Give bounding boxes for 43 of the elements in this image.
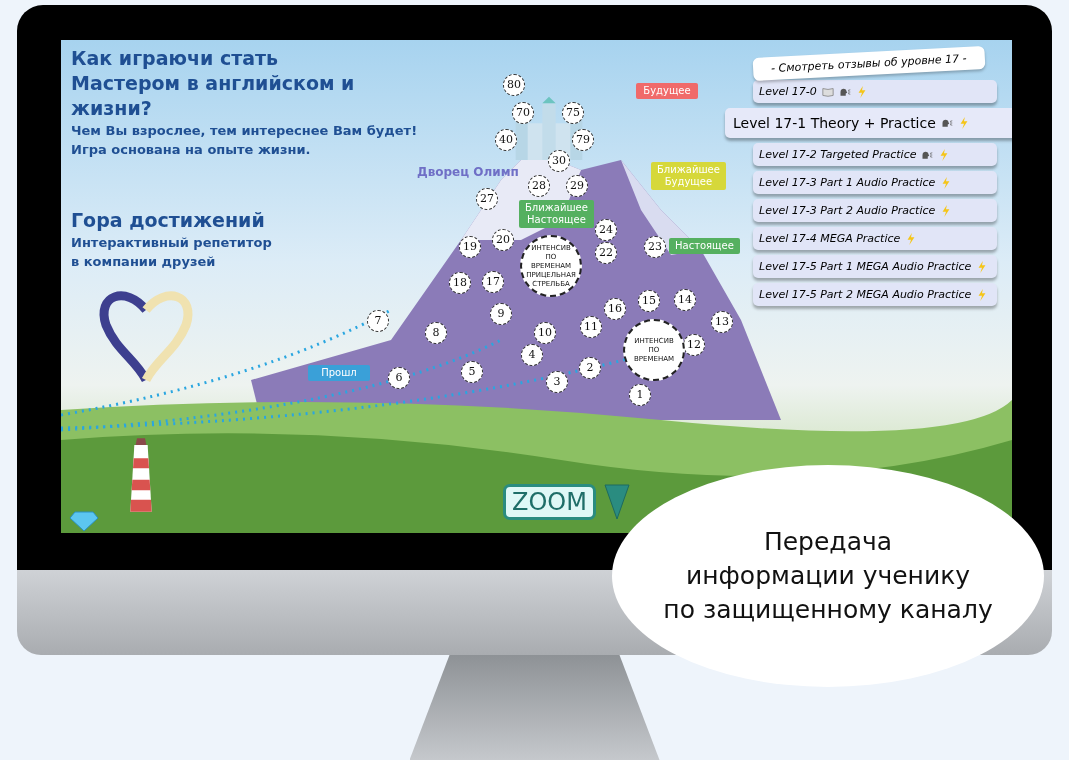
subtitle: Интерактивный репетитор xyxy=(71,234,273,252)
flag-banner: Будущее xyxy=(636,83,698,99)
level-title: Level 17-5 Part 2 MEGA Audio Practice xyxy=(759,288,972,301)
callout-text: Передача xyxy=(763,526,893,558)
callout-text: по защищенному каналу xyxy=(663,594,993,626)
flag-banner: Настоящее xyxy=(669,238,740,254)
flag-banner: Ближайшее Настоящее xyxy=(519,200,594,228)
level-node[interactable]: 19 xyxy=(459,236,481,258)
level-node[interactable]: 79 xyxy=(572,129,594,151)
reviews-link[interactable]: - Смотреть отзывы об уровне 17 - xyxy=(752,45,986,82)
flag-banner: Прошл xyxy=(308,365,370,381)
level-title: Level 17-3 Part 1 Audio Practice xyxy=(759,176,936,189)
level-node[interactable]: 40 xyxy=(495,129,517,151)
level-item[interactable]: Level 17-3 Part 1 Audio Practice xyxy=(753,171,997,194)
level-title: Level 17-3 Part 2 Audio Practice xyxy=(759,204,936,217)
level-title: Level 17-2 Targeted Practice xyxy=(759,148,917,161)
heading: Гора достижений xyxy=(71,208,266,233)
level-item[interactable]: Level 17-1 Theory + Practice xyxy=(725,108,1012,138)
level-title: Level 17-1 Theory + Practice xyxy=(733,115,936,131)
level-item[interactable]: Level 17-2 Targeted Practice xyxy=(753,143,997,166)
castle-label: Дворец Олимп xyxy=(417,165,519,179)
subtitle: в компании друзей xyxy=(71,253,217,271)
callout-text: информации ученику xyxy=(685,560,971,592)
level-node[interactable]: 7 xyxy=(367,310,389,332)
level-node[interactable]: 80 xyxy=(503,74,525,96)
level-node[interactable]: 27 xyxy=(476,188,498,210)
level-title: Level 17-5 Part 1 MEGA Audio Practice xyxy=(759,260,972,273)
level-title: Level 17-0 xyxy=(759,85,817,98)
subtitle: Игра основана на опыте жизни. xyxy=(71,141,312,159)
subtitle: Чем Вы взрослее, тем интереснее Вам будет! xyxy=(71,122,418,140)
triangle-down-icon xyxy=(603,484,630,520)
level-item[interactable]: Level 17-0 xyxy=(753,80,997,103)
zoom-button[interactable]: ZOOM xyxy=(503,484,596,520)
heading: Как играючи стать Мастером в английском и жизни? xyxy=(71,46,356,121)
level-item[interactable]: Level 17-5 Part 2 MEGA Audio Practice xyxy=(753,283,997,306)
level-node[interactable]: 75 xyxy=(562,102,584,124)
level-item[interactable]: Level 17-3 Part 2 Audio Practice xyxy=(753,199,997,222)
level-title: Level 17-4 MEGA Practice xyxy=(759,232,901,245)
diamond-icon xyxy=(69,510,99,532)
level-item[interactable]: Level 17-4 MEGA Practice xyxy=(753,227,997,250)
level-node[interactable]: 70 xyxy=(512,102,534,124)
flag-banner: Ближайшее Будущее xyxy=(651,162,726,190)
level-item[interactable]: Level 17-5 Part 1 MEGA Audio Practice xyxy=(753,255,997,278)
